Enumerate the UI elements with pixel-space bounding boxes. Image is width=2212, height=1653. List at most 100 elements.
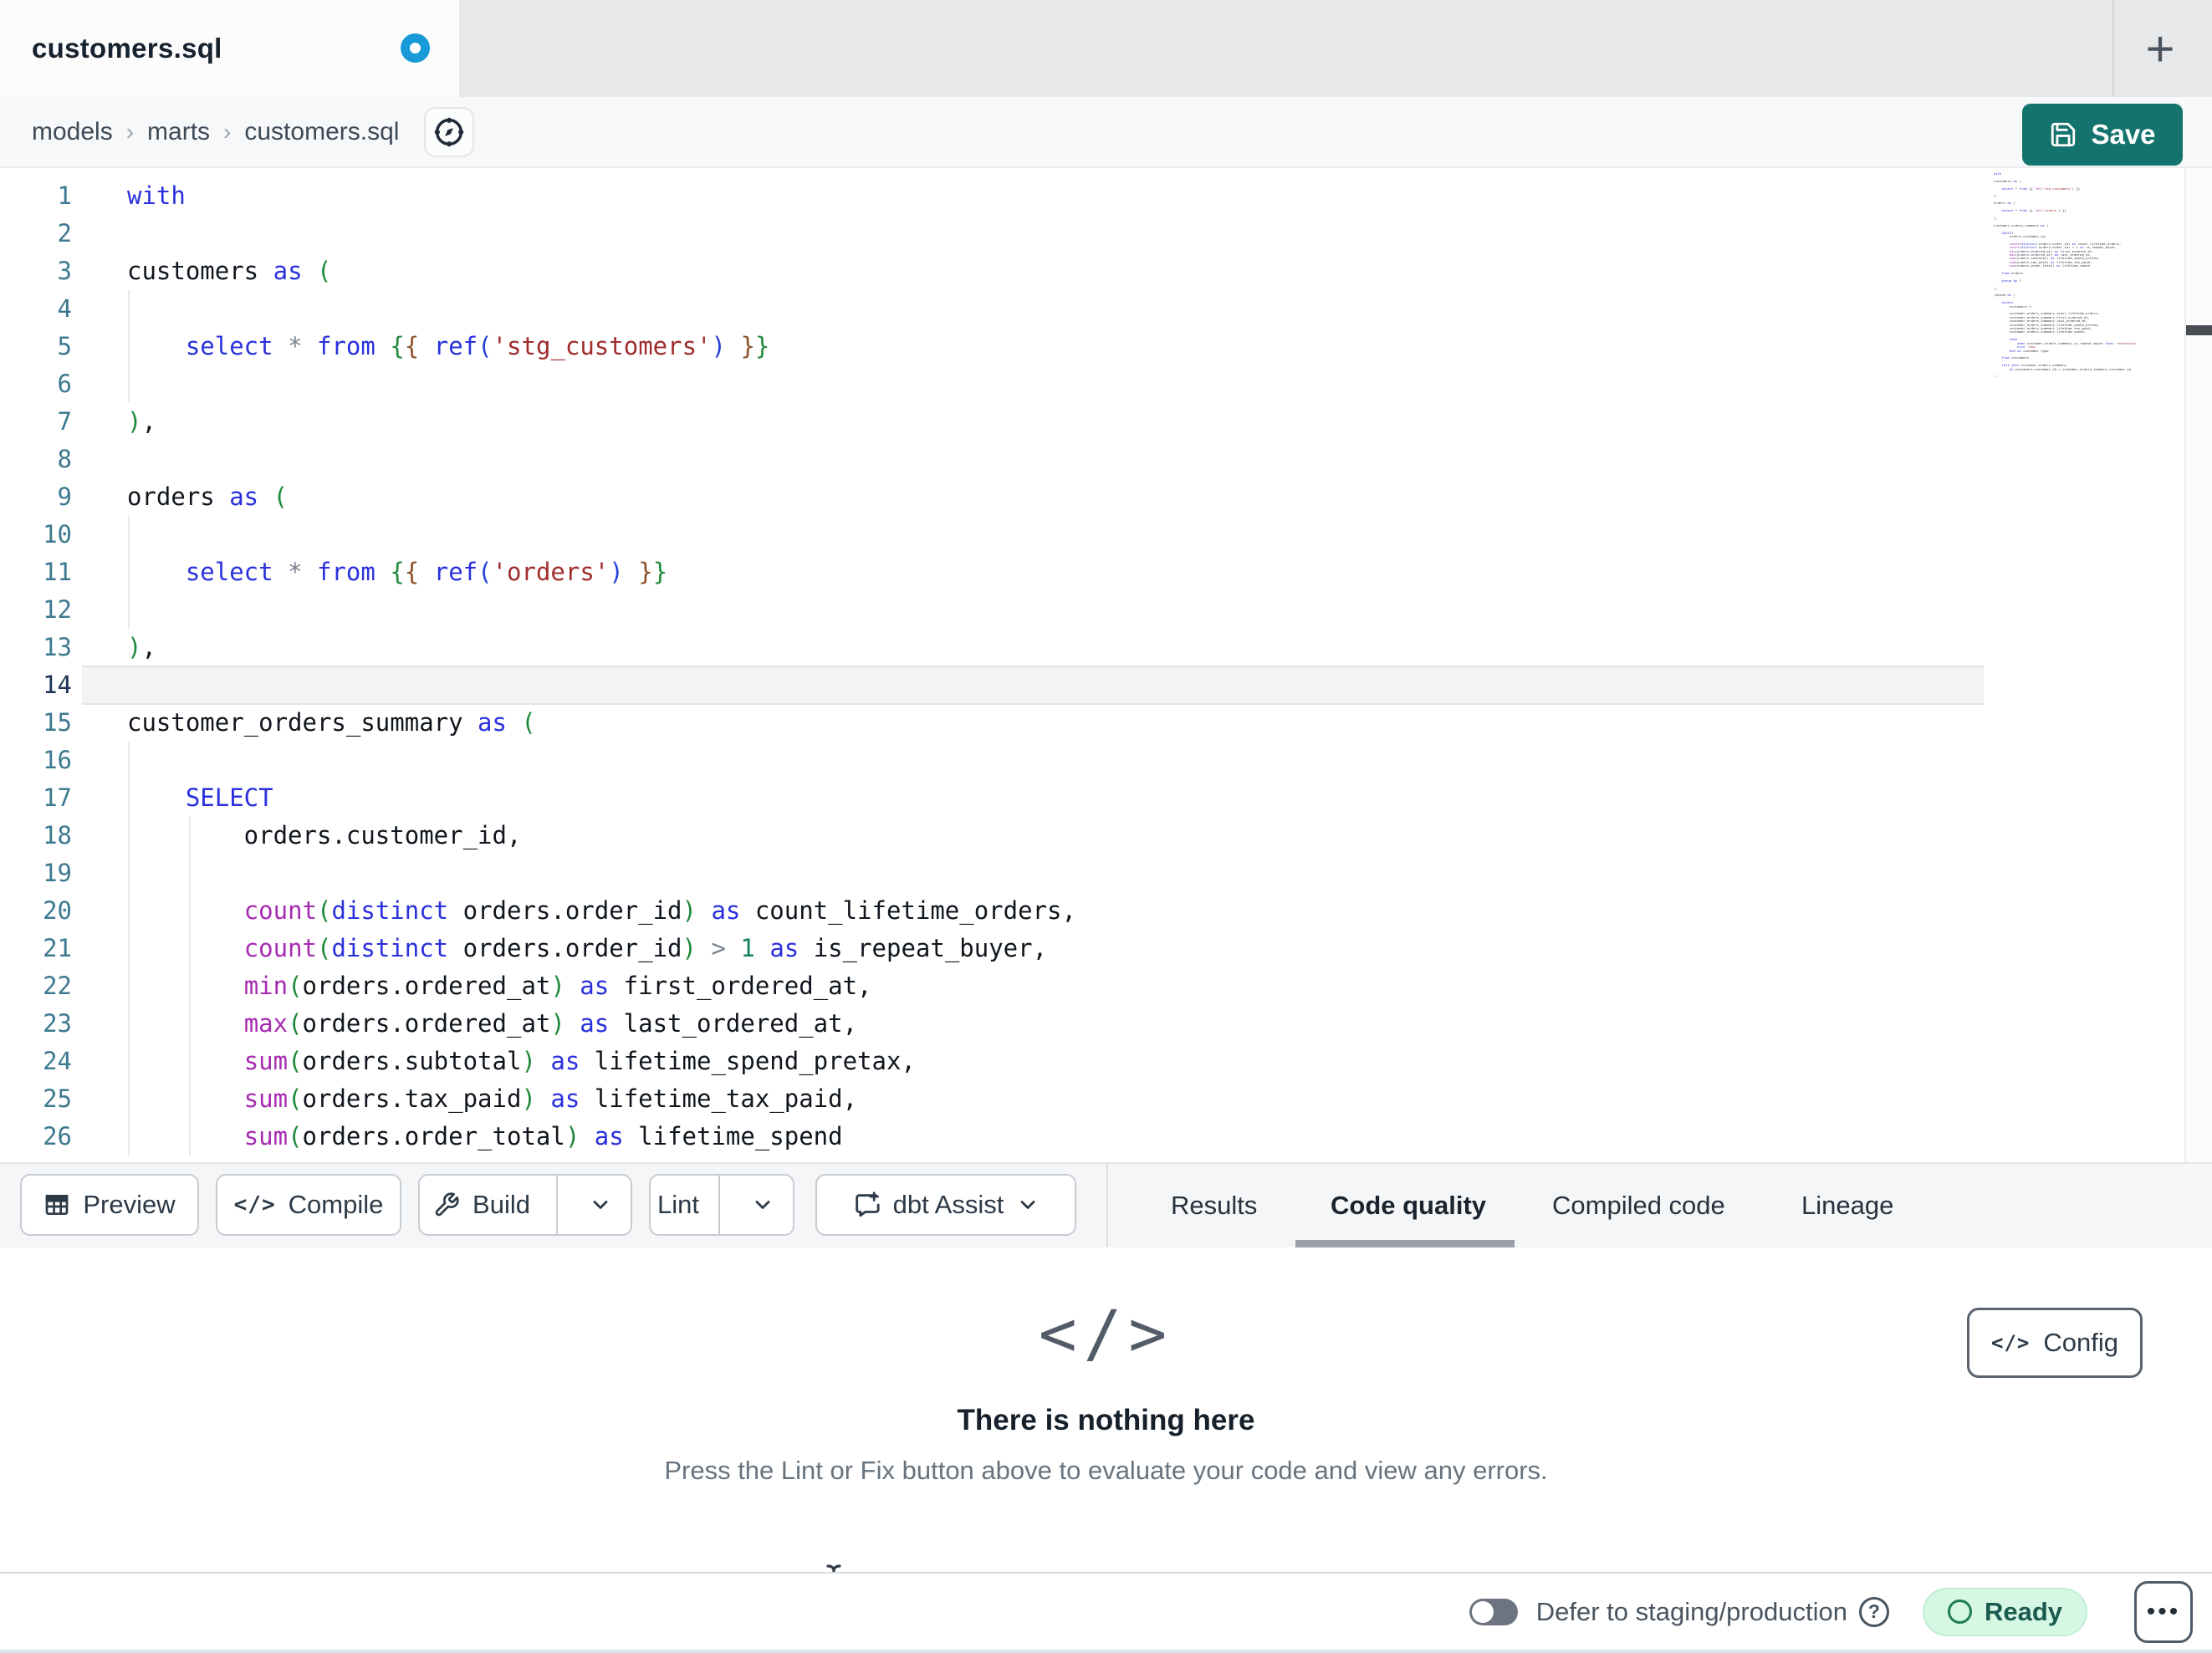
empty-state-subtitle: Press the Lint or Fix button above to ev… bbox=[664, 1456, 1548, 1485]
code-quality-panel: </> Config </> There is nothing here Pre… bbox=[0, 1247, 2212, 1572]
code-line-6[interactable]: 6 bbox=[0, 365, 2184, 403]
model-compass-button[interactable] bbox=[424, 106, 475, 157]
line-number: 6 bbox=[57, 370, 72, 398]
code-line-24[interactable]: 24 sum(orders.subtotal) as lifetime_spen… bbox=[0, 1043, 2184, 1080]
code-text: with bbox=[127, 181, 186, 210]
preview-label: Preview bbox=[83, 1190, 176, 1219]
code-text: orders.customer_id, bbox=[127, 821, 522, 849]
code-line-7[interactable]: 7), bbox=[0, 403, 2184, 441]
overflow-menu-button[interactable]: ••• bbox=[2134, 1580, 2193, 1643]
lint-main-button[interactable]: Lint bbox=[651, 1176, 706, 1234]
code-text: customer_orders_summary as ( bbox=[127, 708, 536, 737]
code-line-18[interactable]: 18 orders.customer_id, bbox=[0, 817, 2184, 855]
status-circle-icon bbox=[1947, 1599, 1972, 1624]
lint-split-button[interactable]: Lint bbox=[649, 1174, 794, 1236]
code-line-23[interactable]: 23 max(orders.ordered_at) as last_ordere… bbox=[0, 1005, 2184, 1043]
code-line-9[interactable]: 9 orders as ( bbox=[0, 478, 2184, 516]
line-number: 4 bbox=[57, 294, 72, 323]
tab-code-quality[interactable]: Code quality bbox=[1331, 1164, 1486, 1247]
code-line-19[interactable]: 19 bbox=[0, 855, 2184, 892]
tab-bar-divider bbox=[2112, 0, 2114, 97]
breadcrumb-marts[interactable]: marts bbox=[147, 118, 210, 146]
code-text: customers as ( bbox=[127, 257, 332, 285]
code-line-25[interactable]: 25 sum(orders.tax_paid) as lifetime_tax_… bbox=[0, 1080, 2184, 1118]
code-text: select * from {{ ref('stg_customers') }} bbox=[185, 332, 770, 360]
editor-minimap[interactable]: with customers as ( select * from {{ ref… bbox=[1994, 172, 2183, 377]
dbt-assist-button[interactable]: dbt Assist bbox=[815, 1174, 1076, 1236]
action-toolbar: Preview </> Compile Build Lint dbt Assis… bbox=[0, 1162, 2212, 1247]
build-split-button[interactable]: Build bbox=[418, 1174, 632, 1236]
code-text: max(orders.ordered_at) as last_ordered_a… bbox=[243, 1009, 858, 1038]
code-text: count(distinct orders.order_id) as count… bbox=[243, 896, 1076, 925]
compile-label: Compile bbox=[288, 1190, 384, 1219]
compile-button[interactable]: </> Compile bbox=[216, 1174, 401, 1236]
code-text: ), bbox=[127, 633, 156, 661]
code-line-3[interactable]: 3 customers as ( bbox=[0, 253, 2184, 290]
line-number: 10 bbox=[43, 520, 72, 548]
code-line-8[interactable]: 8 bbox=[0, 441, 2184, 478]
help-icon[interactable]: ? bbox=[1858, 1596, 1889, 1627]
code-line-5[interactable]: 5 select * from {{ ref('stg_customers') … bbox=[0, 328, 2184, 365]
code-line-11[interactable]: 11 select * from {{ ref('orders') }} bbox=[0, 554, 2184, 591]
line-number: 15 bbox=[43, 708, 72, 737]
code-line-20[interactable]: 20 count(distinct orders.order_id) as co… bbox=[0, 892, 2184, 930]
line-number: 18 bbox=[43, 821, 72, 849]
line-number: 1 bbox=[57, 181, 72, 210]
tab-compiled-code[interactable]: Compiled code bbox=[1552, 1164, 1725, 1247]
code-line-1[interactable]: 1 with bbox=[0, 177, 2184, 215]
code-line-2[interactable]: 2 bbox=[0, 215, 2184, 253]
code-line-4[interactable]: 4 bbox=[0, 290, 2184, 328]
lint-dropdown-button[interactable] bbox=[733, 1176, 793, 1234]
new-tab-button[interactable]: + bbox=[2125, 13, 2195, 84]
breadcrumb-separator: › bbox=[223, 118, 232, 145]
line-number: 2 bbox=[57, 219, 72, 247]
code-text: count(distinct orders.order_id) > 1 as i… bbox=[243, 934, 1048, 962]
line-number: 26 bbox=[43, 1122, 72, 1150]
code-editor[interactable]: 1 with 2 3 customers as ( 4 5 select * from {{… bbox=[0, 168, 2184, 1162]
breadcrumb-separator: › bbox=[125, 118, 135, 145]
code-line-15[interactable]: 15 customer_orders_summary as ( bbox=[0, 704, 2184, 742]
breadcrumb-row: models › marts › customers.sql bbox=[0, 97, 2212, 168]
line-number: 24 bbox=[43, 1047, 72, 1075]
code-line-14[interactable]: 14 bbox=[0, 666, 2184, 704]
line-number: 12 bbox=[43, 595, 72, 624]
code-line-17[interactable]: 17 SELECT bbox=[0, 779, 2184, 817]
tab-lineage[interactable]: Lineage bbox=[1801, 1164, 1893, 1247]
build-main-button[interactable]: Build bbox=[420, 1176, 544, 1234]
code-brackets-icon: </> bbox=[1038, 1296, 1174, 1370]
code-line-21[interactable]: 21 count(distinct orders.order_id) > 1 a… bbox=[0, 930, 2184, 967]
tab-results[interactable]: Results bbox=[1171, 1164, 1257, 1247]
code-line-13[interactable]: 13), bbox=[0, 629, 2184, 666]
preview-button[interactable]: Preview bbox=[20, 1174, 199, 1236]
breadcrumb-models[interactable]: models bbox=[32, 118, 113, 146]
build-dropdown-button[interactable] bbox=[570, 1176, 631, 1234]
toggle-knob bbox=[1471, 1600, 1494, 1623]
assist-label: dbt Assist bbox=[892, 1190, 1004, 1219]
tab-customers-sql[interactable]: customers.sql bbox=[0, 0, 459, 97]
breadcrumb-customers-sql[interactable]: customers.sql bbox=[244, 118, 399, 146]
editor-scrollbar[interactable] bbox=[2184, 168, 2212, 1162]
code-text: min(orders.ordered_at) as first_ordered_… bbox=[243, 972, 872, 1000]
save-button[interactable]: Save bbox=[2022, 104, 2183, 166]
defer-toggle[interactable] bbox=[1469, 1598, 1518, 1625]
code-text: select * from {{ ref('orders') }} bbox=[185, 558, 668, 586]
chevron-down-icon bbox=[593, 1201, 608, 1209]
split-divider bbox=[556, 1176, 558, 1234]
chevron-down-icon bbox=[755, 1201, 770, 1209]
line-number: 9 bbox=[57, 482, 72, 511]
line-number: 20 bbox=[43, 896, 72, 925]
code-line-16[interactable]: 16 bbox=[0, 742, 2184, 779]
code-line-10[interactable]: 10 bbox=[0, 516, 2184, 554]
empty-state-title: There is nothing here bbox=[957, 1404, 1255, 1436]
code-line-26[interactable]: 26 sum(orders.order_total) as lifetime_s… bbox=[0, 1118, 2184, 1156]
status-badge-ready: Ready bbox=[1922, 1587, 2087, 1636]
line-number: 17 bbox=[43, 783, 72, 812]
save-floppy-icon bbox=[2049, 120, 2077, 149]
tab-title: customers.sql bbox=[32, 33, 222, 64]
lint-label: Lint bbox=[657, 1190, 699, 1219]
empty-state: </> There is nothing here Press the Lint… bbox=[0, 1247, 2212, 1486]
code-line-22[interactable]: 22 min(orders.ordered_at) as first_order… bbox=[0, 967, 2184, 1005]
code-line-12[interactable]: 12 bbox=[0, 591, 2184, 629]
line-number: 5 bbox=[57, 332, 72, 360]
line-number: 3 bbox=[57, 257, 72, 285]
